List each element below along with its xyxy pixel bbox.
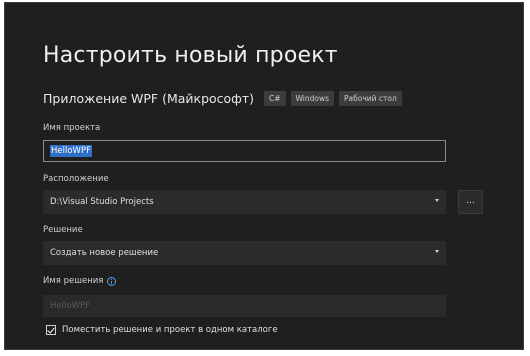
same-directory-checkbox[interactable] xyxy=(46,325,56,335)
solution-name-input: HelloWPF xyxy=(43,295,446,317)
solution-name-label: Имя решения xyxy=(43,276,104,286)
project-name-value: HelloWPF xyxy=(50,145,92,157)
location-label: Расположение xyxy=(43,174,109,184)
solution-label: Решение xyxy=(43,225,83,235)
chevron-down-icon xyxy=(435,199,439,202)
project-name-label: Имя проекта xyxy=(43,123,101,133)
solution-value: Создать новое решение xyxy=(50,248,159,258)
same-directory-option[interactable]: Поместить решение и проект в одном катал… xyxy=(46,325,278,335)
tag-project-type: Рабочий стол xyxy=(339,91,402,106)
location-value: D:\Visual Studio Projects xyxy=(50,197,154,207)
tag-language: C# xyxy=(264,91,286,106)
tag-platform: Windows xyxy=(290,91,335,106)
location-dropdown[interactable]: D:\Visual Studio Projects xyxy=(43,190,446,214)
same-directory-label: Поместить решение и проект в одном катал… xyxy=(62,325,278,335)
solution-dropdown[interactable]: Создать новое решение xyxy=(43,241,446,265)
solution-name-label-row: Имя решения xyxy=(43,276,117,286)
solution-name-value: HelloWPF xyxy=(50,301,90,311)
browse-button[interactable]: ... xyxy=(458,190,483,214)
template-info-row: Приложение WPF (Майкрософт) C# Windows Р… xyxy=(43,91,407,106)
page-title: Настроить новый проект xyxy=(43,43,338,68)
template-name: Приложение WPF (Майкрософт) xyxy=(43,91,255,106)
chevron-down-icon xyxy=(435,250,439,253)
project-name-input[interactable]: HelloWPF xyxy=(43,140,446,162)
info-icon[interactable] xyxy=(107,276,117,286)
configure-project-dialog: Настроить новый проект Приложение WPF (М… xyxy=(4,2,524,350)
